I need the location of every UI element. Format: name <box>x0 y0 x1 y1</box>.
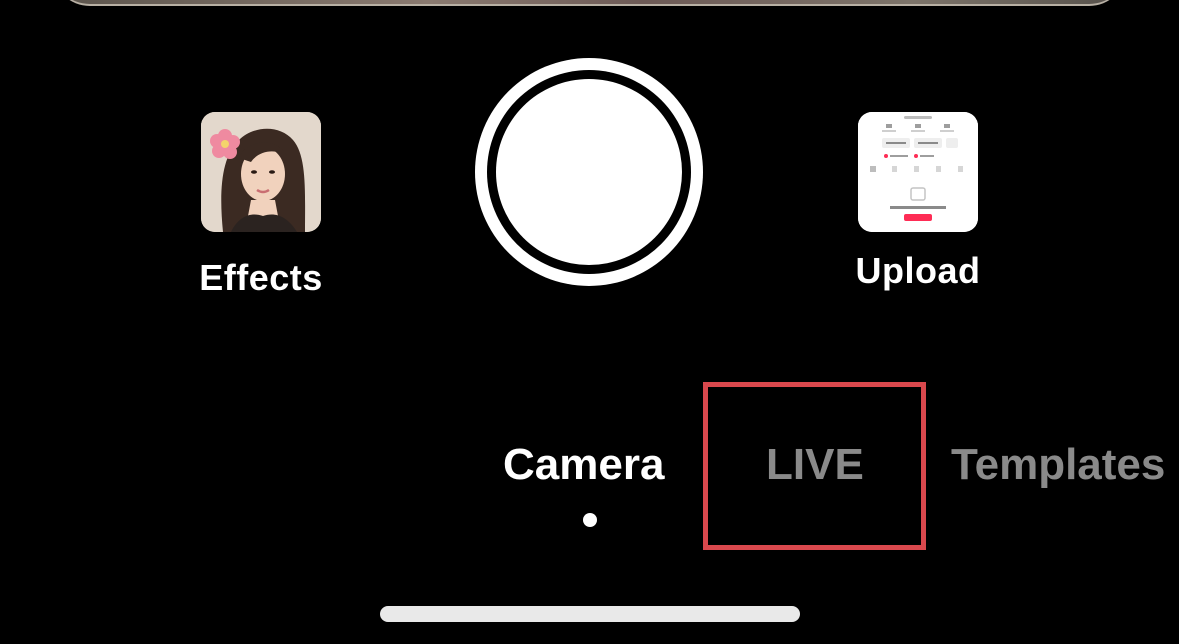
mode-tab-camera[interactable]: Camera <box>503 440 664 490</box>
live-highlight-box <box>703 382 926 550</box>
home-indicator[interactable] <box>380 606 800 622</box>
mode-tab-templates[interactable]: Templates <box>951 440 1165 490</box>
upload-label[interactable]: Upload <box>827 250 1009 292</box>
active-mode-indicator <box>583 513 597 527</box>
camera-preview-edge <box>52 0 1127 6</box>
shutter-core <box>496 79 682 265</box>
record-shutter-button[interactable] <box>475 58 703 286</box>
effects-label[interactable]: Effects <box>170 257 352 299</box>
upload-thumbnail[interactable] <box>858 112 978 232</box>
upload-gallery-icon <box>858 112 978 232</box>
effects-portrait-icon <box>201 112 321 232</box>
effects-thumbnail[interactable] <box>201 112 321 232</box>
